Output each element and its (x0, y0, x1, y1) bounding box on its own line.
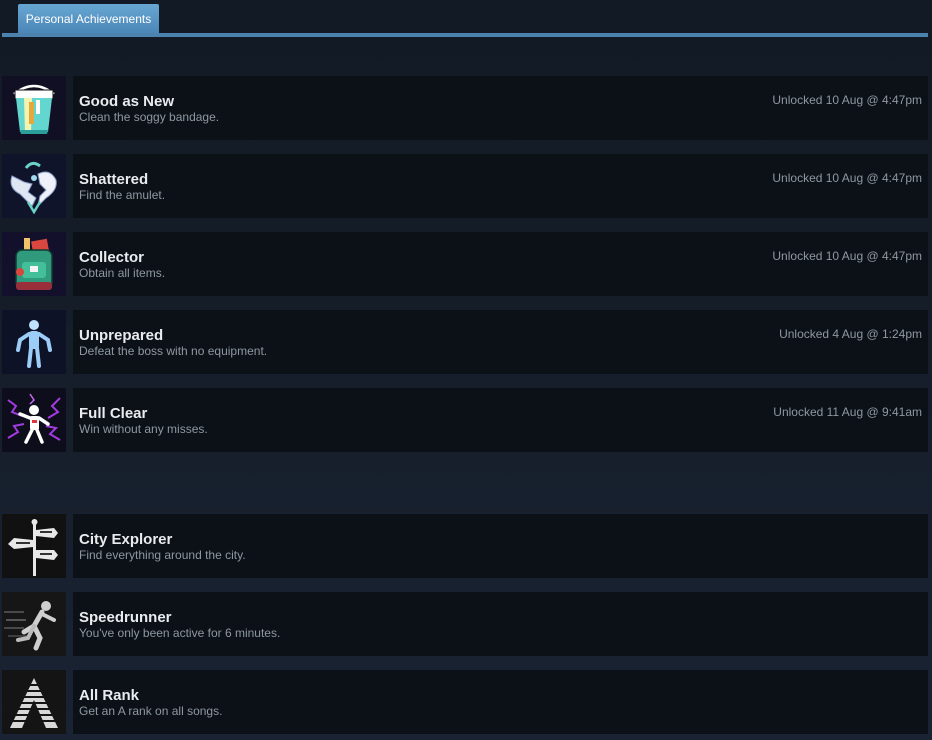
achievement-info: Full Clear Win without any misses. Unloc… (73, 388, 928, 452)
achievement-description: Win without any misses. (79, 422, 208, 436)
achievement-description: You've only been active for 6 minutes. (79, 626, 281, 640)
achievement-description: Obtain all items. (79, 266, 166, 280)
achievement-info: Shattered Find the amulet. Unlocked 10 A… (73, 154, 928, 218)
achievement-title: All Rank (79, 687, 140, 704)
achievement-title: Unprepared (79, 327, 164, 344)
achievement-title: Speedrunner (79, 609, 172, 626)
achievement-row-city-explorer[interactable]: City Explorer Find everything around the… (2, 514, 928, 578)
achievement-row-unprepared[interactable]: Unprepared Defeat the boss with no equip… (2, 310, 928, 374)
shrugging-figure-icon (2, 310, 66, 374)
achievement-title: Good as New (79, 93, 175, 110)
achievement-title: Full Clear (79, 405, 148, 422)
achievement-description: Find everything around the city. (79, 548, 246, 562)
achievement-title: City Explorer (79, 531, 173, 548)
achievement-info: City Explorer Find everything around the… (73, 514, 928, 578)
achievement-row-shattered[interactable]: Shattered Find the amulet. Unlocked 10 A… (2, 154, 928, 218)
backpack-icon (2, 232, 66, 296)
achievement-row-collector[interactable]: Collector Obtain all items. Unlocked 10 … (2, 232, 928, 296)
achievement-row-all-rank[interactable]: All Rank Get an A rank on all songs. (2, 670, 928, 734)
unlock-timestamp: Unlocked 10 Aug @ 4:47pm (772, 171, 922, 185)
letter-a-rank-icon (2, 670, 66, 734)
achievement-description: Find the amulet. (79, 188, 166, 202)
running-figure-icon (2, 592, 66, 656)
tab-underline (2, 33, 928, 37)
tab-personal-achievements[interactable]: Personal Achievements (18, 4, 159, 35)
achievement-row-full-clear[interactable]: Full Clear Win without any misses. Unloc… (2, 388, 928, 452)
unlock-timestamp: Unlocked 10 Aug @ 4:47pm (772, 93, 922, 107)
tab-bar: Personal Achievements (0, 0, 932, 38)
achievement-info: Collector Obtain all items. Unlocked 10 … (73, 232, 928, 296)
achievement-row-speedrunner[interactable]: Speedrunner You've only been active for … (2, 592, 928, 656)
achievement-info: All Rank Get an A rank on all songs. (73, 670, 928, 734)
achievement-info: Speedrunner You've only been active for … (73, 592, 928, 656)
signpost-icon (2, 514, 66, 578)
unlock-timestamp: Unlocked 10 Aug @ 4:47pm (772, 249, 922, 263)
broken-heart-amulet-icon (2, 154, 66, 218)
electrified-figure-icon (2, 388, 66, 452)
bucket-icon (2, 76, 66, 140)
achievement-title: Collector (79, 249, 145, 266)
unlock-timestamp: Unlocked 4 Aug @ 1:24pm (779, 327, 922, 341)
unlock-timestamp: Unlocked 11 Aug @ 9:41am (773, 405, 922, 419)
achievement-description: Defeat the boss with no equipment. (79, 344, 268, 358)
achievement-info: Unprepared Defeat the boss with no equip… (73, 310, 928, 374)
achievement-title: Shattered (79, 171, 149, 188)
achievement-info: Good as New Clean the soggy bandage. Unl… (73, 76, 928, 140)
achievement-row-good-as-new[interactable]: Good as New Clean the soggy bandage. Unl… (2, 76, 928, 140)
achievement-description: Clean the soggy bandage. (79, 110, 220, 124)
achievement-description: Get an A rank on all songs. (79, 704, 223, 718)
